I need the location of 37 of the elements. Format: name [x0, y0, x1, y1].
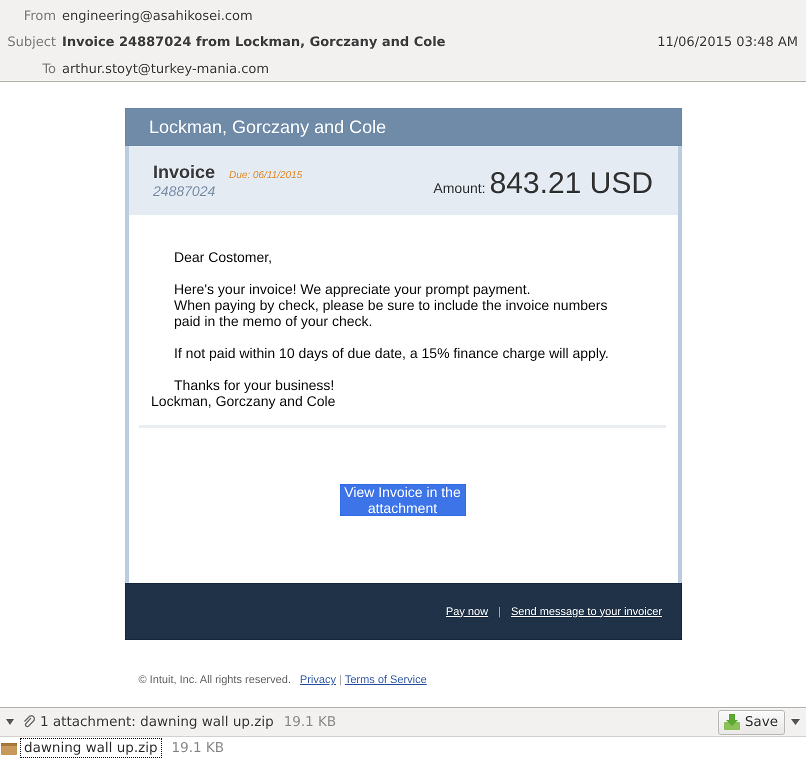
company-title: Lockman, Gorczany and Cole [125, 108, 682, 146]
download-icon [722, 713, 741, 731]
due-date: Due: 06/11/2015 [229, 170, 302, 181]
subject-text: Invoice 24887024 from Lockman, Gorczany and Cole [62, 35, 446, 50]
invoice-number: 24887024 [153, 183, 216, 199]
save-button[interactable]: Save [718, 710, 785, 734]
link-separator: | [338, 674, 342, 686]
send-message-link[interactable]: Send message to your invoicer [510, 606, 662, 618]
view-invoice-button[interactable]: View Invoice in the attachment [340, 484, 466, 516]
paperclip-icon [22, 715, 36, 729]
terms-link[interactable]: Terms of Service [344, 674, 427, 686]
signature: Lockman, Gorczany and Cole [151, 393, 336, 409]
invoice-title: Invoice [153, 162, 216, 183]
amount-value: 843.21 USD [490, 166, 653, 200]
from-label: From [22, 8, 56, 24]
to-label: To [41, 62, 56, 77]
expander-icon[interactable] [6, 719, 14, 725]
package-icon [0, 740, 18, 756]
message-date: 11/06/2015 03:48 AM [657, 35, 798, 50]
body-paragraph: When paying by check, please be sure to include the invoice numbers paid in the memo of your check. [174, 297, 608, 329]
attachment-file[interactable]: dawning wall up.zip [20, 738, 162, 758]
file-size: 19.1 KB [172, 740, 224, 756]
pay-now-link[interactable]: Pay now [446, 606, 488, 618]
subject-label: Subject [6, 35, 56, 50]
sender-address: engineering@asahikosei.com [62, 8, 253, 24]
recipient-address: arthur.stoyt@turkey-mania.com [62, 62, 270, 77]
attachment-size: 19.1 KB [284, 714, 336, 730]
dropdown-caret-icon[interactable] [791, 719, 800, 725]
thanks-text: Thanks for your business! [174, 377, 336, 393]
attachment-summary: 1 attachment: dawning wall up.zip [40, 714, 274, 730]
body-paragraph: Here's your invoice! We appreciate your prompt payment. [174, 281, 532, 297]
amount-label: Amount: [433, 180, 486, 196]
link-separator: | [498, 606, 501, 618]
body-paragraph: If not paid within 10 days of due date, a 15% finance charge will apply. [174, 345, 610, 361]
copyright-text: © Intuit, Inc. All rights reserved. [138, 674, 291, 686]
privacy-link[interactable]: Privacy [300, 674, 336, 686]
greeting: Dear Costomer, [174, 249, 274, 265]
